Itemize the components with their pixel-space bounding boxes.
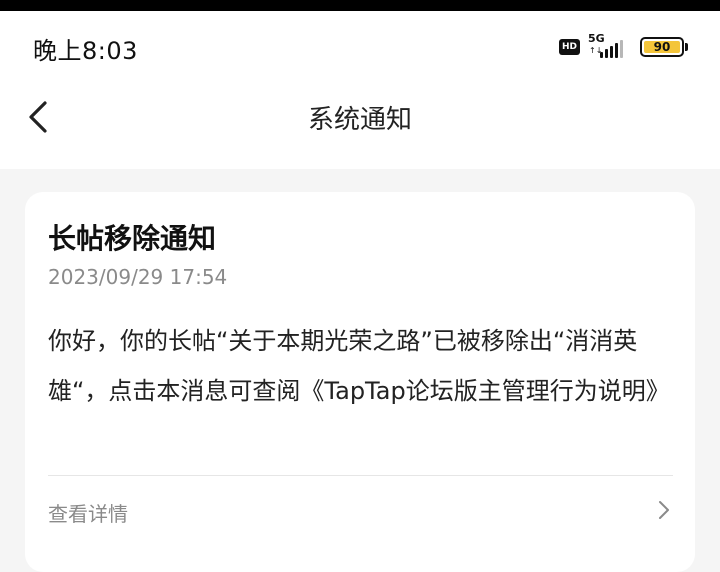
navigation-bar: 系统通知 — [0, 77, 720, 169]
hd-icon: HD — [559, 39, 580, 55]
signal-bar — [600, 52, 603, 58]
signal-bar — [605, 49, 608, 58]
status-time: 晚上8:03 — [33, 37, 138, 65]
notification-card[interactable]: 长帖移除通知 2023/09/29 17:54 你好，你的长帖“关于本期光荣之路… — [25, 192, 695, 572]
cellular-signal-icon: 5G ↑↓ — [588, 32, 632, 59]
notification-body: 你好，你的长帖“关于本期光荣之路”已被移除出“消消英雄“，点击本消息可查阅《Ta… — [48, 327, 670, 405]
battery-tip — [685, 43, 688, 51]
notification-timestamp: 2023/09/29 17:54 — [48, 265, 228, 289]
signal-bar — [620, 40, 623, 58]
view-details-label: 查看详情 — [48, 502, 128, 526]
view-details-button[interactable]: 查看详情 — [25, 476, 695, 540]
signal-bars — [600, 40, 623, 58]
notification-title: 长帖移除通知 — [48, 222, 217, 255]
status-icons: HD 5G ↑↓ 90 — [559, 32, 688, 59]
signal-bar — [615, 43, 618, 58]
battery-level: 90 — [644, 40, 680, 54]
page-title: 系统通知 — [307, 105, 412, 135]
battery-icon: 90 — [640, 37, 688, 57]
signal-bar — [610, 46, 613, 58]
top-black-bar — [0, 0, 720, 11]
chevron-right-icon — [659, 501, 669, 519]
status-bar: 晚上8:03 HD 5G ↑↓ 90 — [0, 11, 720, 77]
